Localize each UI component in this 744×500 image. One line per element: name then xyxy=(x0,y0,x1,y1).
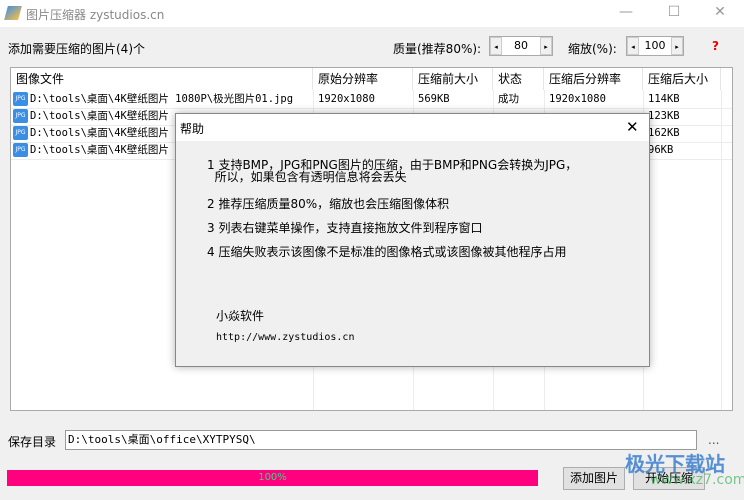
close-button[interactable]: ✕ xyxy=(710,4,730,22)
jpg-file-icon: JPG xyxy=(13,92,28,106)
decrease-quality-button[interactable]: ◂ xyxy=(490,37,502,55)
save-dir-input[interactable]: D:\tools\桌面\office\XYTPYSQ\ xyxy=(65,430,697,450)
header-file[interactable]: 图像文件 xyxy=(11,68,313,90)
help-icon[interactable]: ? xyxy=(712,39,719,53)
jpg-file-icon: JPG xyxy=(13,109,28,123)
scale-label: 缩放(%): xyxy=(568,42,617,56)
header-new-res[interactable]: 压缩后分辨率 xyxy=(544,68,643,90)
help-line-2: 2 推荐压缩质量80%，缩放也会压缩图像体积 xyxy=(207,197,450,211)
cell-text: 96KB xyxy=(648,144,674,156)
header-orig-res[interactable]: 原始分辨率 xyxy=(313,68,413,90)
cell-status[interactable]: 成功 xyxy=(493,91,544,108)
image-count-label: 添加需要压缩的图片(4)个 xyxy=(8,42,145,56)
company-name: 小焱软件 xyxy=(216,309,265,323)
quality-label: 质量(推荐80%): xyxy=(393,42,482,56)
cell-text: D:\tools\桌面\4K壁纸图片 xyxy=(30,144,169,156)
help-line-4: 4 压缩失败表示该图像不是标准的图像格式或该图像被其他程序占用 xyxy=(207,245,567,259)
cell-new_size[interactable]: 96KB xyxy=(643,142,721,159)
website-link[interactable]: http://www.zystudios.cn xyxy=(216,332,354,343)
add-images-button[interactable]: 添加图片 xyxy=(563,467,625,490)
title-bar: 图片压缩器 zystudios.cn — ☐ ✕ xyxy=(0,0,744,27)
increase-scale-button[interactable]: ▸ xyxy=(671,37,683,55)
dialog-title: 帮助 xyxy=(180,122,205,136)
cell-text: 123KB xyxy=(648,110,680,122)
dialog-close-button[interactable]: ✕ xyxy=(626,118,639,136)
scale-stepper[interactable]: ◂ 100 ▸ xyxy=(626,36,684,56)
help-line-3: 3 列表右键菜单操作，支持直接拖放文件到程序窗口 xyxy=(207,221,483,235)
header-new-size[interactable]: 压缩后大小 xyxy=(643,68,721,90)
cell-new_size[interactable]: 114KB xyxy=(643,91,721,108)
increase-quality-button[interactable]: ▸ xyxy=(540,37,552,55)
jpg-file-icon: JPG xyxy=(13,143,28,157)
cell-text: 114KB xyxy=(648,93,680,105)
cell-text: D:\tools\桌面\4K壁纸图片 xyxy=(30,110,169,122)
progress-text: 100% xyxy=(258,472,287,483)
cell-file[interactable]: JPG D:\tools\桌面\4K壁纸图片 1080P\极光图片01.jpg xyxy=(11,91,313,108)
help-line-1b: 所以，如果包含有透明信息将会丢失 xyxy=(207,170,407,184)
quality-stepper[interactable]: ◂ 80 ▸ xyxy=(489,36,553,56)
cell-orig_res[interactable]: 1920x1080 xyxy=(313,91,413,108)
save-dir-label: 保存目录 xyxy=(8,435,57,449)
cell-text: 1920x1080 xyxy=(318,93,375,105)
cell-orig_size[interactable]: 569KB xyxy=(413,91,493,108)
browse-button[interactable]: ... xyxy=(708,433,719,447)
cell-text: D:\tools\桌面\4K壁纸图片 xyxy=(30,127,169,139)
cell-text: D:\tools\桌面\4K壁纸图片 1080P\极光图片01.jpg xyxy=(30,93,294,105)
cell-text: 162KB xyxy=(648,127,680,139)
cell-new_size[interactable]: 123KB xyxy=(643,108,721,125)
progress-bar: 100% xyxy=(7,470,538,486)
maximize-button[interactable]: ☐ xyxy=(664,4,684,22)
column-divider xyxy=(721,90,722,410)
dialog-title-bar: 帮助 ✕ xyxy=(176,114,649,141)
scale-value[interactable]: 100 xyxy=(639,37,671,55)
window-title: 图片压缩器 zystudios.cn xyxy=(26,8,165,22)
header-orig-size[interactable]: 压缩前大小 xyxy=(413,68,493,90)
header-status[interactable]: 状态 xyxy=(493,68,544,90)
watermark-url: www.xz7.com xyxy=(650,472,744,488)
quality-value[interactable]: 80 xyxy=(502,37,540,55)
jpg-file-icon: JPG xyxy=(13,126,28,140)
cell-text: 成功 xyxy=(498,93,519,105)
decrease-scale-button[interactable]: ◂ xyxy=(627,37,639,55)
help-dialog: 帮助 ✕ 1 支持BMP，JPG和PNG图片的压缩，由于BMP和PNG会转换为J… xyxy=(175,113,650,367)
cell-text: 1920x1080 xyxy=(549,93,606,105)
app-icon xyxy=(4,6,22,20)
cell-text: 569KB xyxy=(418,93,450,105)
cell-new_res[interactable]: 1920x1080 xyxy=(544,91,643,108)
cell-new_size[interactable]: 162KB xyxy=(643,125,721,142)
minimize-button[interactable]: — xyxy=(616,4,636,22)
